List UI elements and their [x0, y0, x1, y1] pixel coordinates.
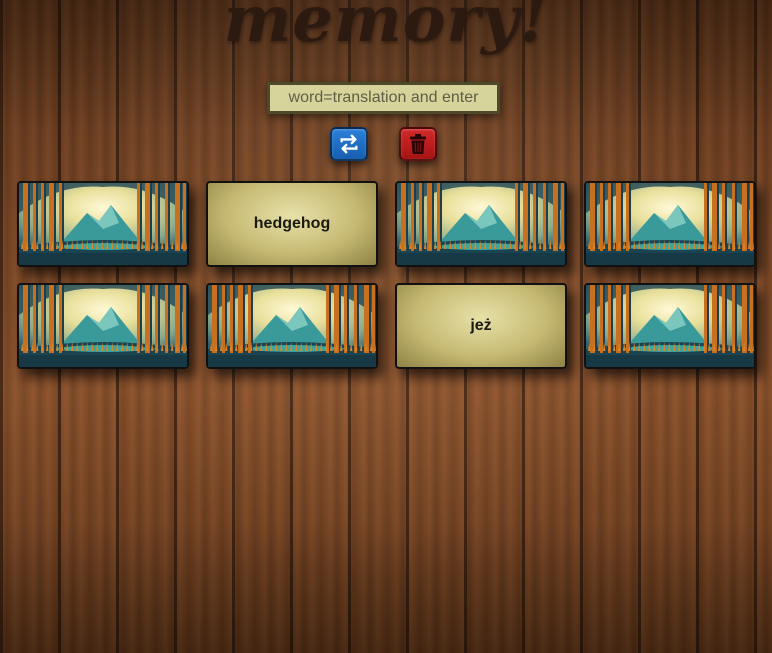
page-title: memory!: [223, 0, 549, 57]
word-input[interactable]: [267, 82, 500, 114]
shuffle-icon: [340, 134, 358, 154]
forest-card-back-image: [586, 183, 754, 265]
memory-card[interactable]: [17, 283, 189, 369]
memory-card[interactable]: [584, 181, 756, 267]
memory-card[interactable]: hedgehog: [206, 181, 378, 267]
delete-button[interactable]: [399, 127, 437, 161]
memory-card[interactable]: [206, 283, 378, 369]
memory-card[interactable]: [17, 181, 189, 267]
forest-card-back-image: [19, 285, 187, 367]
forest-card-back-image: [208, 285, 376, 367]
trash-icon: [410, 134, 426, 154]
card-grid: hedgehog jeż: [17, 181, 758, 371]
shuffle-button[interactable]: [330, 127, 368, 161]
memory-card[interactable]: jeż: [395, 283, 567, 369]
forest-card-back-image: [397, 183, 565, 265]
memory-card[interactable]: [395, 181, 567, 267]
card-word: hedgehog: [253, 215, 331, 232]
forest-card-back-image: [586, 285, 754, 367]
memory-card[interactable]: [584, 283, 756, 369]
card-word: jeż: [470, 317, 492, 334]
forest-card-back-image: [19, 183, 187, 265]
